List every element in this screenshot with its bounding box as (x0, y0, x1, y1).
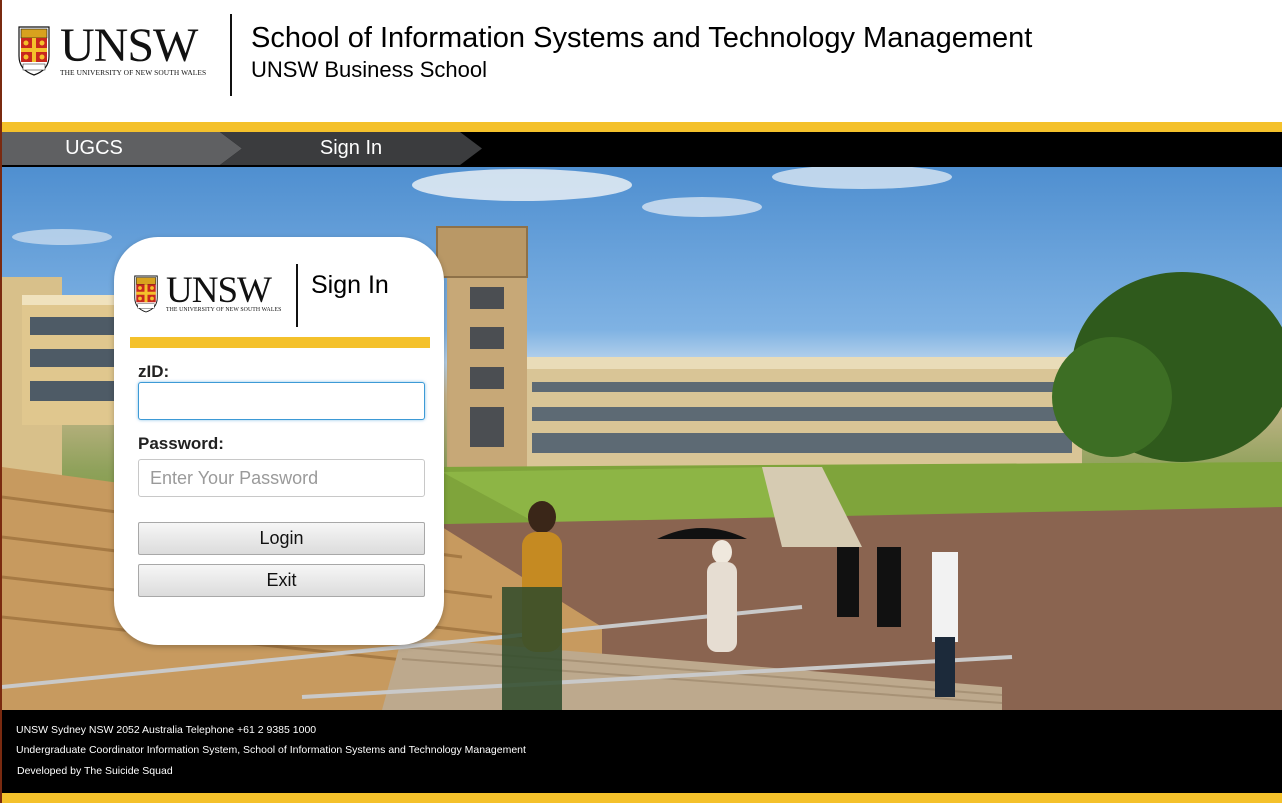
zid-label: zID: (138, 362, 170, 381)
site-footer: UNSW Sydney NSW 2052 Australia Telephone… (2, 710, 1282, 793)
breadcrumb-item-ugcs[interactable]: UGCS (2, 132, 242, 165)
zid-input[interactable] (138, 382, 425, 420)
breadcrumb-item-sign-in[interactable]: Sign In (220, 132, 482, 165)
footer-system-name: Undergraduate Coordinator Information Sy… (16, 744, 526, 756)
login-title: Sign In (311, 271, 389, 299)
unsw-crest-icon (134, 275, 158, 313)
breadcrumb: UGCS Sign In (2, 132, 1282, 167)
card-unsw-logo: UNSW THE UNIVERSITY OF NEW SOUTH WALES (134, 270, 284, 317)
password-label: Password: (138, 434, 224, 453)
page-title: School of Information Systems and Techno… (251, 22, 1033, 54)
site-header: UNSW THE UNIVERSITY OF NEW SOUTH WALES S… (2, 0, 1282, 122)
footer-address: UNSW Sydney NSW 2052 Australia Telephone… (16, 724, 317, 736)
unsw-logo[interactable]: UNSW THE UNIVERSITY OF NEW SOUTH WALES (18, 19, 208, 80)
unsw-crest-icon (18, 26, 50, 76)
footer-developer: Developed by The Suicide Squad (17, 765, 173, 777)
login-card: UNSW THE UNIVERSITY OF NEW SOUTH WALES S… (114, 237, 444, 645)
page-subtitle: UNSW Business School (251, 57, 487, 82)
unsw-tagline: THE UNIVERSITY OF NEW SOUTH WALES (166, 307, 282, 313)
login-button[interactable]: Login (138, 522, 425, 555)
unsw-tagline: THE UNIVERSITY OF NEW SOUTH WALES (60, 68, 207, 77)
card-divider (296, 264, 298, 327)
header-divider (230, 14, 232, 96)
footer-gold-bar (2, 793, 1282, 803)
card-gold-bar (130, 337, 430, 348)
exit-button[interactable]: Exit (138, 564, 425, 597)
password-input[interactable] (138, 459, 425, 497)
unsw-wordmark: UNSW (60, 19, 198, 72)
unsw-wordmark: UNSW (166, 270, 272, 311)
header-gold-bar (2, 122, 1282, 132)
